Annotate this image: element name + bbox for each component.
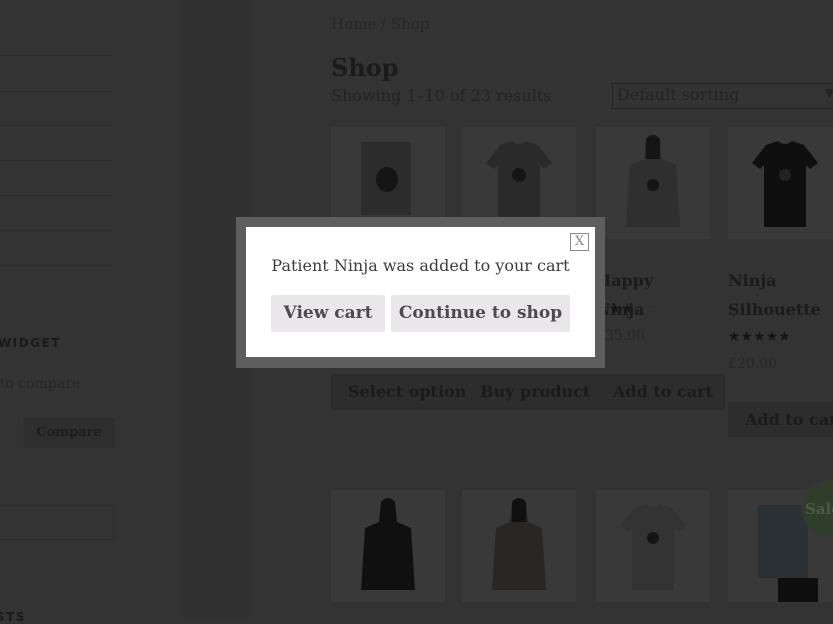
sort-select[interactable]: Default sorting ▼: [612, 83, 833, 109]
breadcrumb[interactable]: Home / Shop: [331, 15, 429, 33]
add-to-cart-button[interactable]: Add to cart: [613, 382, 713, 401]
product-price: £20.00: [728, 356, 777, 372]
sidebar-divider: [0, 160, 112, 161]
sidebar-divider: [0, 91, 112, 92]
sidebar-widget-title: STS: [0, 610, 26, 624]
sidebar-divider: [0, 265, 112, 266]
sort-selected-value: Default sorting: [617, 85, 740, 104]
compare-button[interactable]: Compare: [23, 418, 115, 448]
product-image[interactable]: [596, 127, 710, 239]
star-rating: ★★★☆☆: [596, 301, 659, 317]
continue-to-shop-button[interactable]: Continue to shop: [391, 295, 570, 332]
compare-widget-title: WIDGET: [0, 336, 61, 350]
added-to-cart-modal: X Patient Ninja was added to your cart V…: [246, 227, 595, 357]
page-title: Shop: [331, 53, 399, 82]
sidebar-divider: [0, 55, 112, 56]
modal-message: Patient Ninja was added to your cart: [271, 256, 570, 275]
close-button[interactable]: X: [570, 233, 589, 251]
star-rating: ★★★★★: [728, 329, 791, 345]
sidebar-search-input[interactable]: [0, 505, 115, 540]
add-to-cart-label: Add to cart: [745, 410, 833, 429]
result-count: Showing 1–10 of 23 results: [331, 86, 552, 105]
sidebar-divider: [0, 125, 112, 126]
product-image[interactable]: [462, 490, 576, 602]
chevron-down-icon: ▼: [825, 86, 833, 100]
product-image[interactable]: [728, 127, 833, 239]
sidebar-divider: [0, 195, 112, 196]
view-cart-button[interactable]: View cart: [271, 295, 385, 332]
sidebar-divider: [0, 230, 112, 231]
add-to-cart-button[interactable]: Add to cart: [728, 402, 833, 437]
buy-product-button[interactable]: Buy product: [480, 382, 590, 401]
product-image[interactable]: [331, 490, 445, 602]
product-image[interactable]: [596, 490, 710, 602]
compare-widget-text: to compare: [0, 376, 81, 392]
product-title[interactable]: Ninja Silhouette: [728, 266, 833, 324]
select-options-button[interactable]: Select options: [348, 382, 465, 401]
